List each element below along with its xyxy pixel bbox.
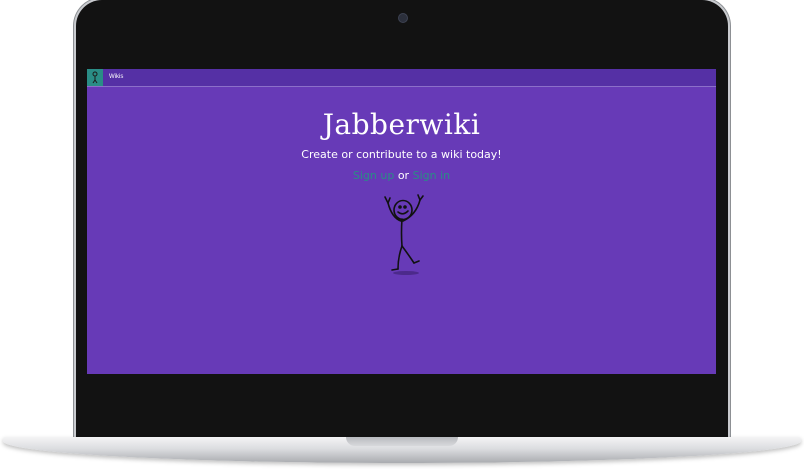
brand-logo-button[interactable] bbox=[87, 69, 103, 86]
auth-links: Sign up or Sign in bbox=[87, 168, 716, 184]
nav-link-wikis[interactable]: Wikis bbox=[109, 72, 123, 83]
stick-figure-icon bbox=[92, 71, 98, 84]
top-navbar: Wikis bbox=[87, 69, 716, 87]
page-title: Jabberwiki bbox=[322, 108, 481, 141]
sign-in-link[interactable]: Sign in bbox=[413, 169, 451, 182]
laptop-opening-notch bbox=[346, 437, 458, 446]
auth-connector-text: or bbox=[397, 169, 410, 182]
app-screen: Wikis Jabberwiki Create or contribute to… bbox=[87, 69, 716, 374]
page-subtitle: Create or contribute to a wiki today! bbox=[301, 148, 502, 161]
laptop-lid: Wikis Jabberwiki Create or contribute to… bbox=[76, 0, 728, 440]
sign-up-link[interactable]: Sign up bbox=[353, 169, 394, 182]
webcam-icon bbox=[398, 13, 408, 23]
laptop-base bbox=[3, 437, 801, 463]
dancing-stick-figure-illustration bbox=[384, 194, 424, 275]
